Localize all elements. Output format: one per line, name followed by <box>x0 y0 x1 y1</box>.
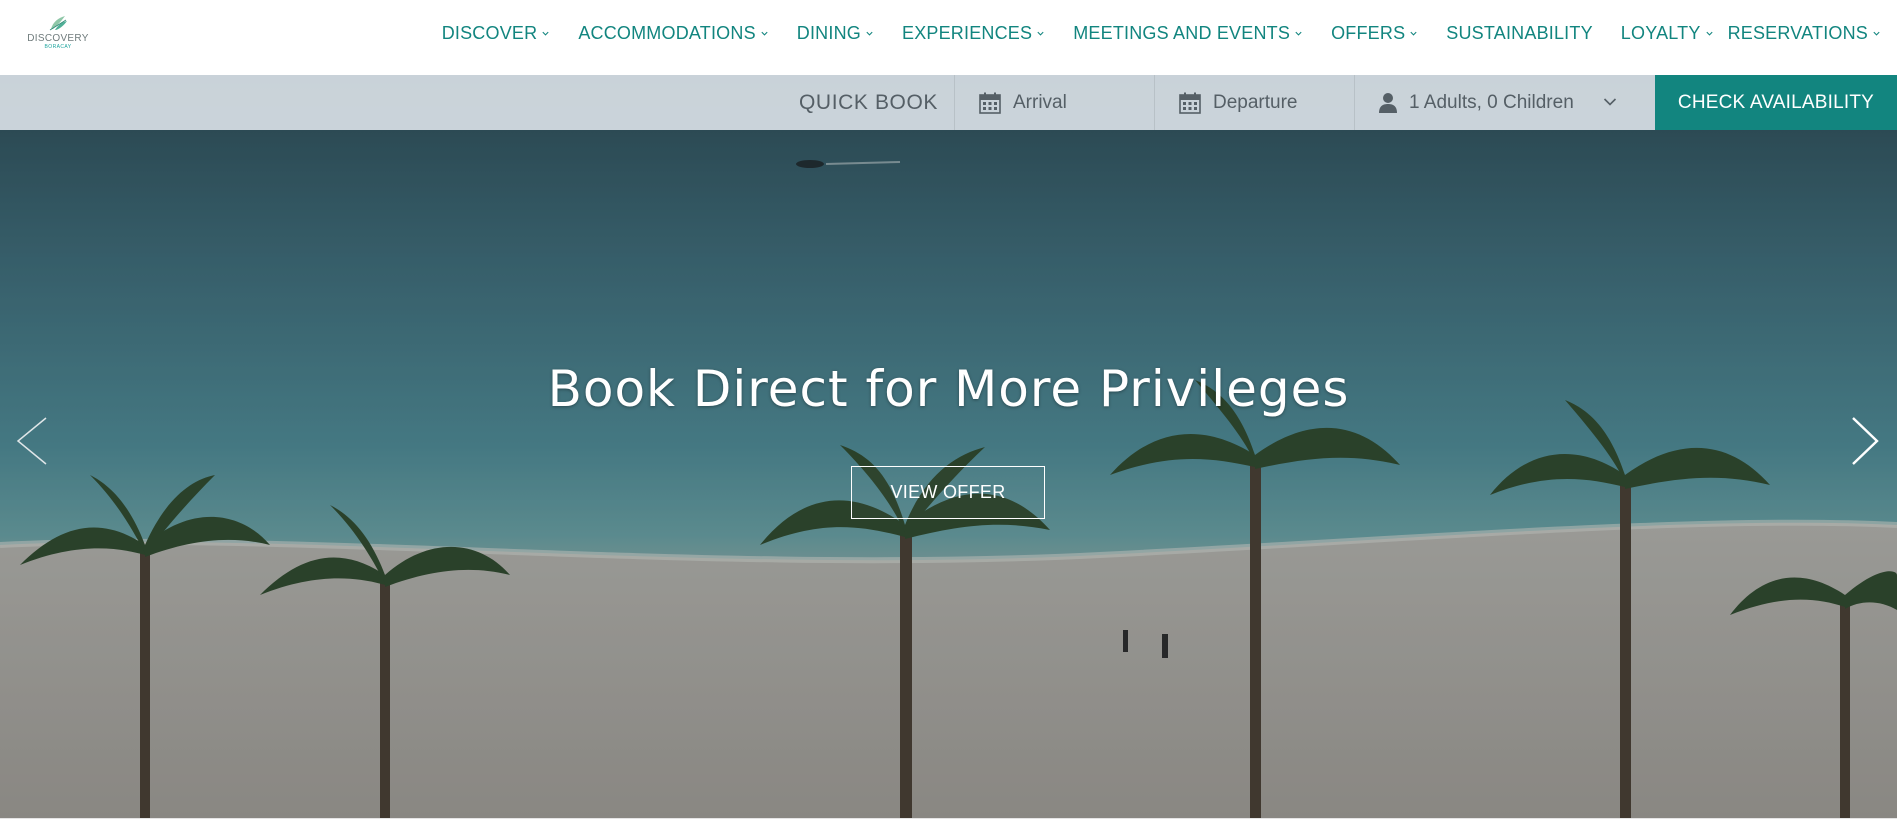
departure-date-field[interactable]: Departure <box>1154 75 1355 130</box>
nav-item-discover[interactable]: DISCOVER <box>442 23 551 44</box>
site-header: DISCOVERY BORACAY DISCOVER ACCOMMODATION… <box>0 0 1897 75</box>
chevron-down-icon <box>1603 98 1617 106</box>
nav-item-experiences[interactable]: EXPERIENCES <box>902 23 1045 44</box>
chevron-down-icon <box>1873 31 1880 36</box>
arrival-placeholder: Arrival <box>1013 91 1067 113</box>
guests-value: 1 Adults, 0 Children <box>1409 91 1574 113</box>
nav-item-accommodations[interactable]: ACCOMMODATIONS <box>578 23 768 44</box>
nav-item-reservations[interactable]: RESERVATIONS <box>1728 23 1881 44</box>
main-nav: DISCOVER ACCOMMODATIONS DINING EXPERIENC… <box>442 23 1881 44</box>
nav-item-label: EXPERIENCES <box>901 23 1033 43</box>
nav-item-loyalty[interactable]: LOYALTY <box>1621 23 1714 44</box>
brand-sub: BORACAY <box>44 44 72 50</box>
nav-item-label: MEETINGS AND EVENTS <box>1073 23 1291 43</box>
check-availability-button[interactable]: CHECK AVAILABILITY <box>1655 75 1897 130</box>
hero-title: Book Direct for More Privileges <box>547 360 1350 418</box>
hero-overlay <box>0 75 1897 818</box>
nav-item-offers[interactable]: OFFERS <box>1331 23 1418 44</box>
guests-select[interactable]: 1 Adults, 0 Children <box>1354 75 1655 130</box>
nav-item-label: ACCOMMODATIONS <box>578 23 756 43</box>
chevron-down-icon <box>542 31 549 36</box>
nav-item-sustainability[interactable]: SUSTAINABILITY <box>1446 23 1593 44</box>
departure-placeholder: Departure <box>1213 91 1298 113</box>
leaf-logo-icon <box>49 16 67 31</box>
nav-item-dining[interactable]: DINING <box>797 23 874 44</box>
logo[interactable]: DISCOVERY BORACAY <box>22 14 94 58</box>
person-icon <box>1379 92 1397 113</box>
nav-item-meetings-and-events[interactable]: MEETINGS AND EVENTS <box>1073 23 1303 44</box>
view-offer-button[interactable]: VIEW OFFER <box>851 466 1045 519</box>
nav-item-label: DISCOVER <box>441 23 538 43</box>
calendar-icon <box>979 92 1001 114</box>
chevron-down-icon <box>866 31 873 36</box>
chevron-down-icon <box>1705 31 1713 36</box>
calendar-icon <box>1179 92 1201 114</box>
brand-name: DISCOVERY <box>27 33 89 44</box>
nav-item-label: SUSTAINABILITY <box>1446 23 1593 43</box>
quick-book-bar: QUICK BOOK Arrival Departure 1 Adults, 0… <box>0 75 1897 130</box>
hero-slider: Book Direct for More Privileges VIEW OFF… <box>0 75 1897 818</box>
nav-item-label: OFFERS <box>1331 23 1406 43</box>
chevron-down-icon <box>761 31 768 36</box>
nav-item-label: DINING <box>796 23 861 43</box>
nav-item-label: RESERVATIONS <box>1727 23 1868 43</box>
arrow-right-icon[interactable] <box>1845 414 1885 469</box>
chevron-down-icon <box>1410 31 1417 36</box>
chevron-down-icon <box>1295 31 1302 36</box>
arrow-left-icon[interactable] <box>10 414 50 469</box>
arrival-date-field[interactable]: Arrival <box>954 75 1155 130</box>
chevron-down-icon <box>1037 31 1044 36</box>
nav-item-label: LOYALTY <box>1620 23 1701 43</box>
quick-book-label: QUICK BOOK <box>799 91 939 114</box>
page-divider <box>0 818 1897 822</box>
